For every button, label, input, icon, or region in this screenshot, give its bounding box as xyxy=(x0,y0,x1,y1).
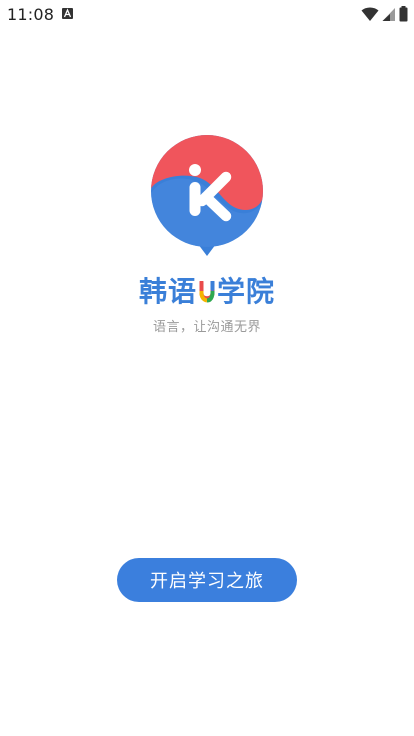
status-bar: 11:08 xyxy=(0,0,414,28)
cell-signal-icon xyxy=(382,8,395,21)
rainbow-u-letter: U xyxy=(198,281,216,303)
app-name-suffix: 学院 xyxy=(217,275,276,308)
app-name-prefix: 韩语 xyxy=(138,275,197,308)
status-time: 11:08 xyxy=(7,5,55,24)
tagline: 语言，让沟通无界 xyxy=(152,320,261,335)
app-logo xyxy=(151,135,263,256)
a-badge-icon xyxy=(62,8,73,19)
battery-icon xyxy=(399,6,408,22)
start-learning-button[interactable]: 开启学习之旅 xyxy=(117,558,297,602)
wifi-icon xyxy=(361,7,379,21)
splash-screen: 11:08 韩语 学院 语言，让沟通无界 开启学习之旅 xyxy=(0,0,414,736)
app-name: 韩语U 学院 xyxy=(0,270,414,310)
status-icons xyxy=(361,5,408,23)
